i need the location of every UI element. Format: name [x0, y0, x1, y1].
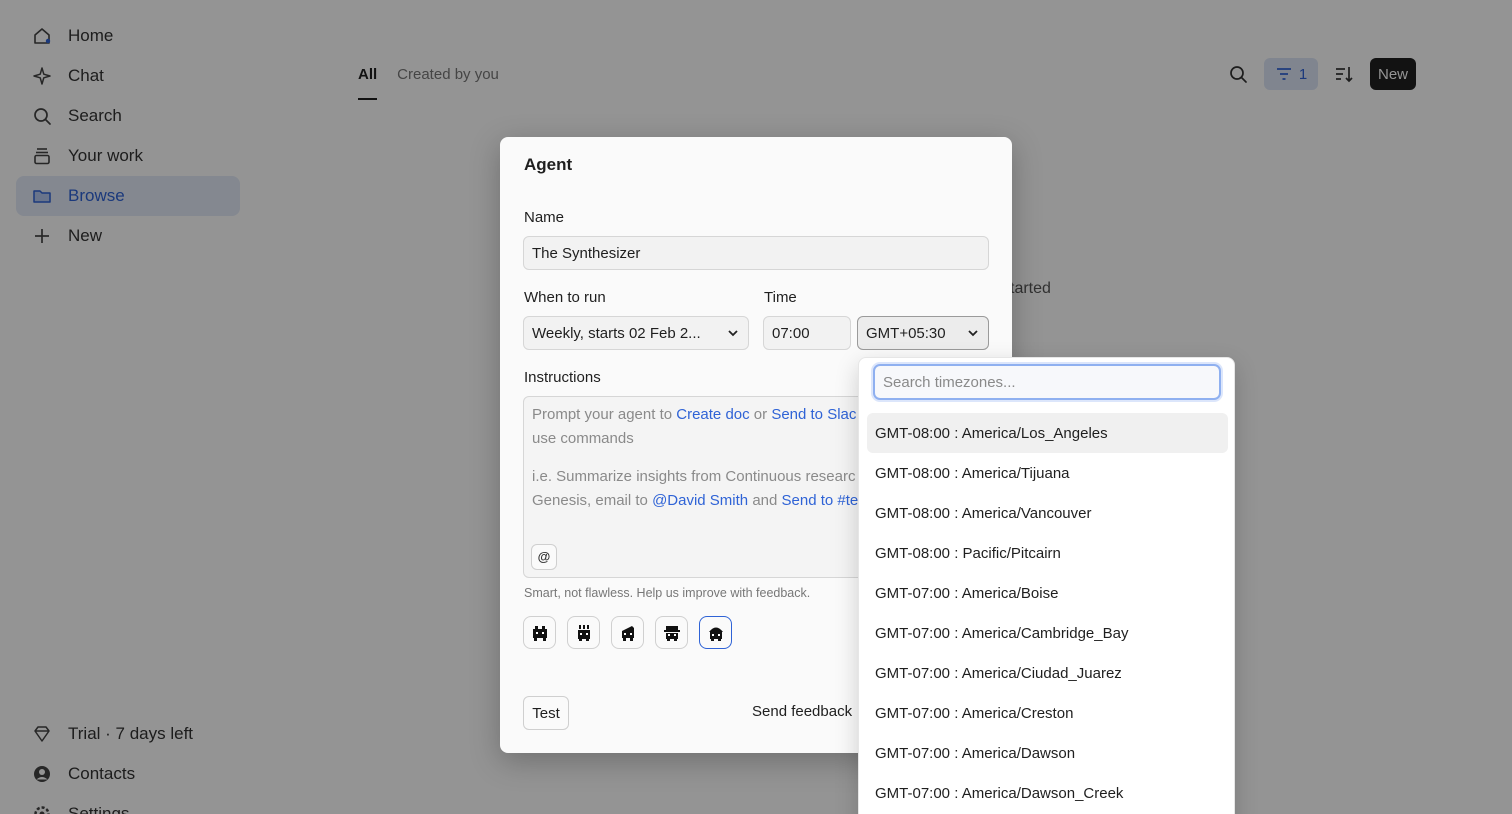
robot-avatar-icon — [708, 627, 723, 641]
time-value: 07:00 — [772, 324, 810, 342]
name-label: Name — [524, 209, 565, 226]
timezone-option[interactable]: GMT-08:00 : America/Tijuana — [867, 453, 1228, 493]
robot-avatar-icon — [663, 625, 680, 641]
chevron-down-icon — [726, 326, 740, 340]
chevron-down-icon — [966, 326, 980, 340]
avatar-option-5-selected[interactable] — [699, 616, 732, 649]
robot-avatar-icon — [577, 624, 590, 641]
time-input[interactable]: 07:00 — [763, 316, 851, 350]
timezone-option[interactable]: GMT-07:00 : America/Creston — [867, 693, 1228, 733]
timezone-value: GMT+05:30 — [866, 324, 946, 342]
timezone-search-input[interactable] — [873, 364, 1221, 400]
mention-button[interactable]: @ — [531, 544, 557, 570]
or-text: or — [753, 406, 768, 423]
timezone-option[interactable]: GMT-07:00 : America/Boise — [867, 573, 1228, 613]
avatar-option-2[interactable] — [567, 616, 600, 649]
when-to-run-label: When to run — [524, 289, 606, 306]
name-field[interactable]: The Synthesizer — [523, 236, 989, 270]
feedback-hint: Smart, not flawless. Help us improve wit… — [524, 586, 811, 600]
timezone-options-list: GMT-08:00 : America/Los_Angeles GMT-08:0… — [867, 413, 1228, 813]
timezone-option[interactable]: GMT-07:00 : America/Dawson_Creek — [867, 773, 1228, 813]
create-doc-command[interactable]: Create doc — [676, 406, 749, 423]
timezone-option[interactable]: GMT-08:00 : Pacific/Pitcairn — [867, 533, 1228, 573]
timezone-dropdown: GMT-08:00 : America/Los_Angeles GMT-08:0… — [858, 357, 1235, 814]
timezone-select[interactable]: GMT+05:30 — [857, 316, 989, 350]
example-line-2: Genesis, email to — [532, 492, 648, 509]
name-value: The Synthesizer — [532, 244, 641, 262]
agent-avatar-picker — [523, 616, 732, 649]
timezone-option[interactable]: GMT-07:00 : America/Cambridge_Bay — [867, 613, 1228, 653]
mention-david-smith[interactable]: @David Smith — [652, 492, 748, 509]
timezone-option[interactable]: GMT-08:00 : America/Los_Angeles — [867, 413, 1228, 453]
when-to-run-value: Weekly, starts 02 Feb 2... — [532, 324, 701, 342]
time-label: Time — [764, 289, 797, 306]
timezone-option[interactable]: GMT-08:00 : America/Vancouver — [867, 493, 1228, 533]
robot-avatar-icon — [532, 625, 547, 641]
avatar-option-1[interactable] — [523, 616, 556, 649]
send-feedback-button[interactable]: Send feedback — [752, 703, 852, 720]
when-to-run-select[interactable]: Weekly, starts 02 Feb 2... — [523, 316, 749, 350]
send-to-slack-command[interactable]: Send to Slac — [771, 406, 856, 423]
timezone-option[interactable]: GMT-07:00 : America/Dawson — [867, 733, 1228, 773]
timezone-option[interactable]: GMT-07:00 : America/Ciudad_Juarez — [867, 653, 1228, 693]
test-button[interactable]: Test — [523, 696, 569, 730]
instructions-label: Instructions — [524, 369, 601, 386]
instructions-placeholder: Prompt your agent to — [532, 406, 673, 423]
modal-title: Agent — [524, 155, 573, 174]
robot-avatar-icon — [621, 625, 634, 641]
avatar-option-3[interactable] — [611, 616, 644, 649]
avatar-option-4[interactable] — [655, 616, 688, 649]
send-to-team-command[interactable]: Send to #te — [782, 492, 859, 509]
and-text: and — [752, 492, 778, 509]
